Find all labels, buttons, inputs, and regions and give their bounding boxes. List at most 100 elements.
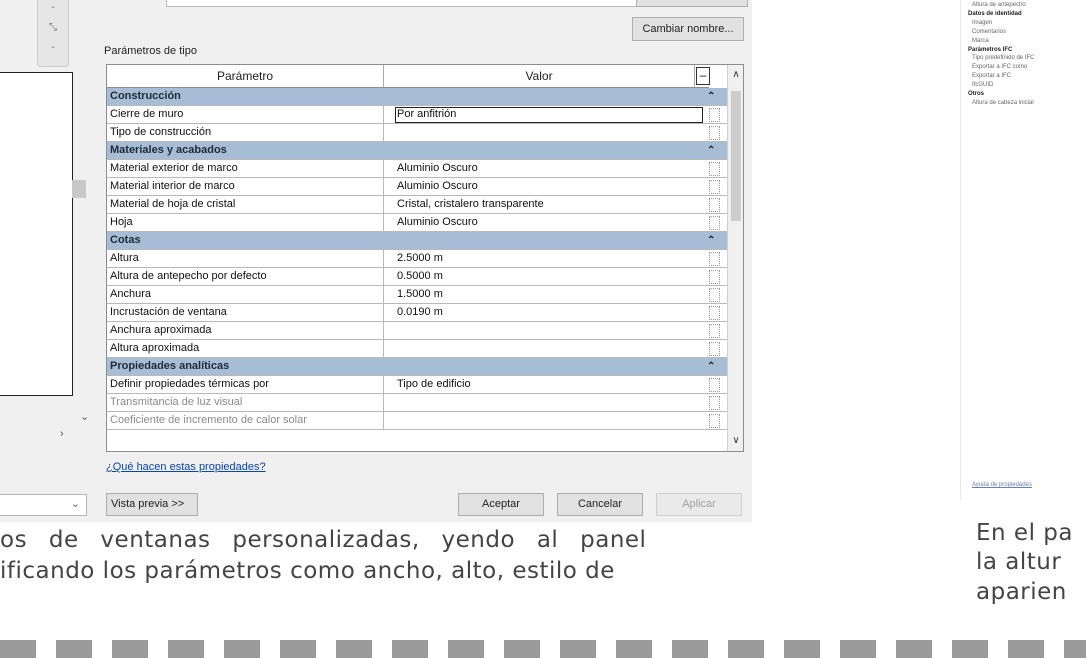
- preview-scrollbar-thumb[interactable]: [72, 180, 86, 198]
- parameter-value[interactable]: Por anfitrión: [397, 106, 456, 123]
- chevron-down-icon: ⌄: [70, 498, 80, 510]
- parameter-value[interactable]: Tipo de edificio: [397, 376, 471, 393]
- scroll-right-icon[interactable]: ›: [60, 428, 64, 440]
- column-divider: [383, 412, 384, 429]
- zoom-out-icon[interactable]: -: [38, 2, 68, 13]
- parameter-value[interactable]: 0.0190 m: [397, 304, 443, 321]
- rename-button[interactable]: Cambiar nombre...: [632, 17, 744, 41]
- scroll-down-icon[interactable]: ⌄: [80, 410, 89, 423]
- associate-parameter-button[interactable]: [709, 216, 720, 230]
- parameter-row[interactable]: Altura 2.5000 m: [107, 250, 727, 268]
- palette-item: Tipo predefinido de IFC: [972, 55, 1035, 62]
- palette-group[interactable]: Datos de identidad: [968, 10, 1022, 18]
- caption-line: En el pa: [976, 520, 1073, 546]
- parameter-row[interactable]: Transmitancia de luz visual: [107, 394, 727, 412]
- properties-help-link[interactable]: Ayuda de propiedades: [972, 482, 1032, 488]
- parameter-row[interactable]: Incrustación de ventana 0.0190 m: [107, 304, 727, 322]
- parameter-row[interactable]: Material interior de marco Aluminio Oscur…: [107, 178, 727, 196]
- zoom-in-icon[interactable]: -: [38, 42, 68, 53]
- parameter-row[interactable]: Hoja Aluminio Oscuro: [107, 214, 727, 232]
- palette-group[interactable]: Parámetros IFC: [968, 46, 1012, 54]
- preview-button[interactable]: Vista previa >>: [106, 493, 198, 516]
- parameter-group-row[interactable]: Propiedades analíticas ⌃: [107, 358, 727, 376]
- group-label: Construcción: [110, 90, 181, 102]
- parameter-group-row[interactable]: Cotas ⌃: [107, 232, 727, 250]
- dash-segment: [224, 640, 260, 658]
- dash-segment: [896, 640, 932, 658]
- dash-segment: [840, 640, 876, 658]
- parameter-value[interactable]: Aluminio Oscuro: [397, 178, 478, 195]
- preview-view-select[interactable]: ⌄: [0, 494, 87, 516]
- associate-parameter-button[interactable]: [709, 270, 720, 284]
- palette-item: Comentarios: [972, 28, 1007, 35]
- parameter-group-row[interactable]: Construcción ⌃: [107, 88, 727, 106]
- preview-canvas[interactable]: [0, 72, 73, 396]
- properties-help-link[interactable]: ¿Qué hacen estas propiedades?: [106, 461, 266, 473]
- parameter-value[interactable]: 1.5000 m: [397, 286, 443, 303]
- parameter-row[interactable]: Cierre de muro Por anfitrión: [107, 106, 727, 124]
- palette-item: Exportar a IFC: [972, 73, 1012, 80]
- associate-parameter-button[interactable]: [709, 306, 720, 320]
- collapse-group-icon[interactable]: ⌃: [707, 88, 715, 105]
- associate-parameter-button[interactable]: [709, 126, 720, 140]
- dash-segment: [392, 640, 428, 658]
- parameter-row[interactable]: Anchura 1.5000 m: [107, 286, 727, 304]
- parameter-value[interactable]: Aluminio Oscuro: [397, 214, 478, 231]
- parameter-row[interactable]: Definir propiedades térmicas por Tipo de …: [107, 376, 727, 394]
- scrollbar-thumb[interactable]: [731, 91, 741, 221]
- type-properties-dialog: Cambiar nombre... Parámetros de tipo Par…: [96, 0, 752, 522]
- palette-group[interactable]: Otros: [968, 90, 984, 98]
- parameter-row[interactable]: Material de hoja de cristal Cristal, cris…: [107, 196, 727, 214]
- parameter-name: Cierre de muro: [110, 108, 184, 120]
- parameter-group-row[interactable]: Materiales y acabados ⌃: [107, 142, 727, 160]
- collapse-all-button[interactable]: –: [696, 67, 710, 85]
- collapse-group-icon[interactable]: ⌃: [707, 358, 715, 375]
- parameter-row[interactable]: Altura aproximada: [107, 340, 727, 358]
- parameter-row[interactable]: Anchura aproximada: [107, 322, 727, 340]
- grid-scrollbar[interactable]: ∧ ∨: [727, 65, 743, 451]
- parameter-name: Incrustación de ventana: [110, 306, 227, 318]
- column-divider: [383, 196, 384, 213]
- parameter-value[interactable]: Cristal, cristalero transparente: [397, 196, 544, 213]
- collapse-group-icon[interactable]: ⌃: [707, 142, 715, 159]
- grid-header: Parámetro Valor –: [107, 65, 710, 88]
- dash-segment: [336, 640, 372, 658]
- parameter-row[interactable]: Material exterior de marco Aluminio Oscur…: [107, 160, 727, 178]
- parameter-value[interactable]: 0.5000 m: [397, 268, 443, 285]
- collapse-group-icon[interactable]: ⌃: [707, 232, 715, 249]
- associate-parameter-button[interactable]: [709, 414, 720, 428]
- scroll-down-icon[interactable]: ∨: [728, 435, 743, 446]
- parameter-name: Tipo de construcción: [110, 126, 212, 138]
- dash-segment: [448, 640, 484, 658]
- apply-button[interactable]: Aplicar: [656, 493, 742, 516]
- zoom-fit-icon[interactable]: ⤡: [38, 22, 68, 33]
- associate-parameter-button[interactable]: [709, 324, 720, 338]
- parameter-name: Material de hoja de cristal: [110, 198, 236, 210]
- scroll-up-icon[interactable]: ∧: [728, 69, 743, 80]
- associate-parameter-button[interactable]: [709, 396, 720, 410]
- associate-parameter-button[interactable]: [709, 288, 720, 302]
- column-divider: [383, 286, 384, 303]
- parameter-row[interactable]: Coeficiente de incremento de calor solar: [107, 412, 727, 430]
- ok-button[interactable]: Aceptar: [458, 493, 544, 516]
- dash-segment: [728, 640, 764, 658]
- parameter-value[interactable]: Aluminio Oscuro: [397, 160, 478, 177]
- associate-parameter-button[interactable]: [709, 198, 720, 212]
- associate-parameter-button[interactable]: [709, 342, 720, 356]
- cancel-button[interactable]: Cancelar: [557, 493, 643, 516]
- duplicate-button[interactable]: [636, 0, 748, 7]
- column-divider: [383, 124, 384, 141]
- associate-parameter-button[interactable]: [709, 252, 720, 266]
- grid-rows: Construcción ⌃ Cierre de muro Por anfitrión…: [107, 88, 727, 430]
- value-column-header: Valor: [525, 69, 553, 83]
- associate-parameter-button[interactable]: [709, 378, 720, 392]
- column-divider: [383, 250, 384, 267]
- parameter-row[interactable]: Altura de antepecho por defecto 0.5000 m: [107, 268, 727, 286]
- parameter-row[interactable]: Tipo de construcción: [107, 124, 727, 142]
- associate-parameter-button[interactable]: [709, 180, 720, 194]
- type-name-field[interactable]: [166, 0, 638, 7]
- associate-parameter-button[interactable]: [709, 108, 720, 122]
- parameter-name: Material exterior de marco: [110, 162, 238, 174]
- parameter-value[interactable]: 2.5000 m: [397, 250, 443, 267]
- associate-parameter-button[interactable]: [709, 162, 720, 176]
